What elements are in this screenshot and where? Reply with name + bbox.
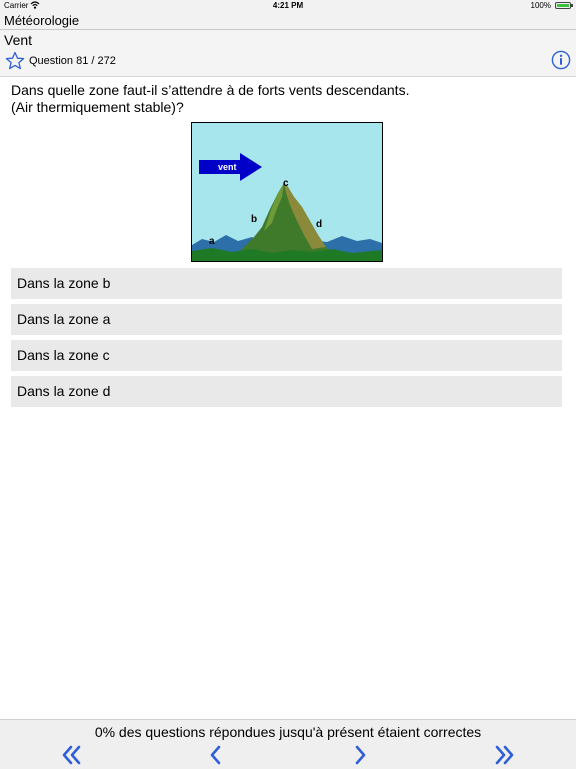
answer-option-2[interactable]: Dans la zone a	[11, 304, 562, 335]
question-figure: vent a b c d	[191, 122, 383, 262]
clock: 4:21 PM	[272, 1, 304, 10]
star-icon[interactable]	[5, 51, 25, 71]
answer-option-4[interactable]: Dans la zone d	[11, 376, 562, 407]
zone-label-a: a	[209, 236, 215, 247]
section-header: Vent Question 81 / 272	[0, 30, 576, 77]
next-question-button[interactable]	[348, 744, 372, 766]
app-header: Météorologie	[0, 12, 576, 30]
section-title: Vent	[4, 32, 33, 48]
info-icon[interactable]	[551, 50, 571, 70]
mountain-diagram: vent a b c d	[192, 123, 382, 261]
app-title: Météorologie	[4, 13, 80, 28]
answer-option-3[interactable]: Dans la zone c	[11, 340, 562, 371]
first-question-button[interactable]	[60, 744, 84, 766]
last-question-button[interactable]	[492, 744, 516, 766]
status-bar: Carrier 4:21 PM 100%	[0, 0, 576, 12]
score-status: 0% des questions répondues jusqu'à prése…	[94, 724, 482, 740]
question-counter: Question 81 / 272	[29, 55, 116, 67]
zone-label-d: d	[316, 219, 322, 230]
battery-icon	[555, 2, 573, 9]
footer: 0% des questions répondues jusqu'à prése…	[0, 719, 576, 769]
battery-percent: 100%	[530, 1, 551, 10]
answer-option-1[interactable]: Dans la zone b	[11, 268, 562, 299]
zone-label-b: b	[251, 214, 257, 225]
zone-label-c: c	[283, 178, 289, 189]
question-text: Dans quelle zone faut-il s’attendre à de…	[11, 82, 410, 115]
previous-question-button[interactable]	[204, 744, 228, 766]
wind-arrow-label: vent	[218, 162, 237, 172]
